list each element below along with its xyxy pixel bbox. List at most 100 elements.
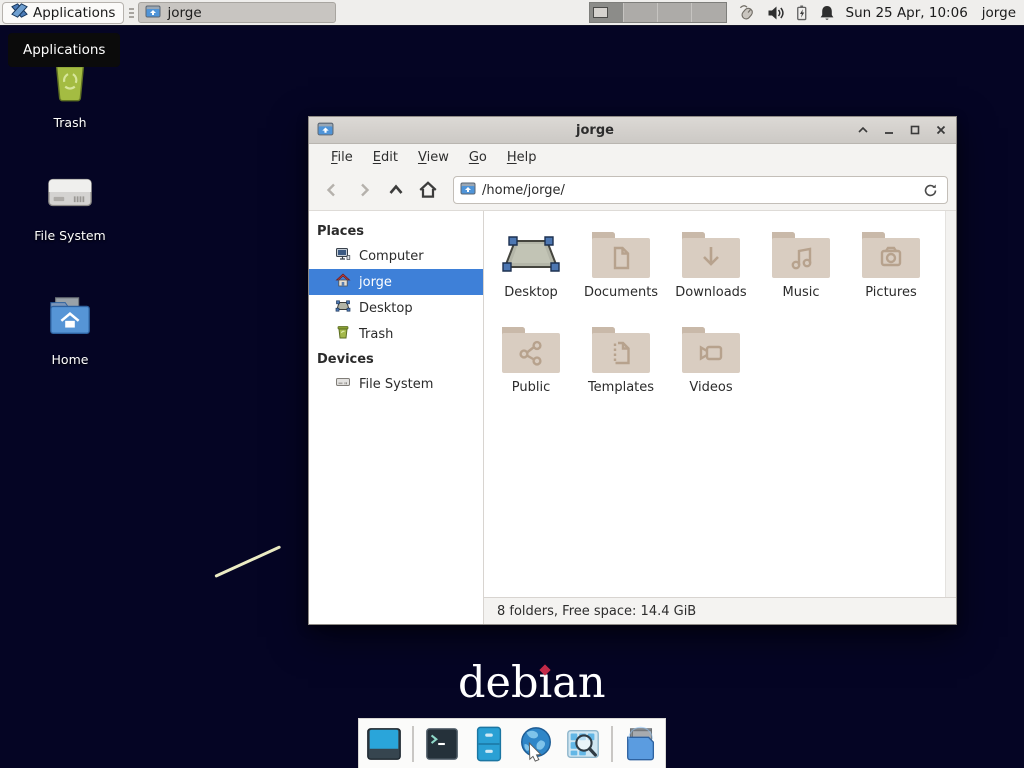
battery-icon[interactable] [794,4,809,22]
devices-header: Devices [309,347,483,371]
desktop-pad-icon [499,227,563,283]
hard-drive-icon [45,170,95,220]
folder-label: Templates [588,380,654,395]
system-tray [737,3,836,22]
mouse-icon[interactable] [737,3,757,22]
panel-user-button[interactable]: jorge [982,5,1016,21]
debian-text: deb [458,660,539,707]
folder-item-pictures[interactable]: Pictures [846,227,936,322]
terminal-icon[interactable] [423,724,461,764]
desktop-icon-label: Trash [53,115,86,130]
folder-window-icon [145,3,161,23]
web-browser-icon[interactable] [517,724,555,764]
debian-text: an [552,660,605,707]
reload-button[interactable] [919,179,941,201]
menu-go[interactable]: Go [459,146,497,169]
sidebar-item-trash[interactable]: Trash [309,321,483,347]
minimize-button[interactable] [882,123,896,137]
pictures-folder-icon [859,227,923,283]
panel-clock[interactable]: Sun 25 Apr, 10:06 [846,5,968,21]
sidebar-item-label: File System [359,377,433,392]
tasklist-handle[interactable] [126,4,136,22]
folder-item-public[interactable]: Public [486,322,576,417]
workspace-2[interactable] [624,3,658,22]
menu-view[interactable]: View [408,146,459,169]
sidebar-item-label: Computer [359,249,424,264]
menu-edit[interactable]: Edit [363,146,408,169]
debian-i: ı [539,660,553,707]
titlebar[interactable]: jorge [309,117,956,144]
directory-menu-icon[interactable] [622,724,660,764]
folder-label: Desktop [504,285,558,300]
folder-item-music[interactable]: Music [756,227,846,322]
path-folder-icon [460,180,476,200]
public-folder-icon [499,322,563,378]
trash-mini-icon [335,324,351,344]
folder-item-downloads[interactable]: Downloads [666,227,756,322]
applications-menu-button[interactable]: Applications [2,2,124,24]
sidebar-item-jorge[interactable]: jorge [309,269,483,295]
drive-mini-icon [335,374,351,394]
folder-item-videos[interactable]: Videos [666,322,756,417]
menu-file[interactable]: File [321,146,363,169]
taskbar-window-label: jorge [167,5,201,21]
videos-folder-icon [679,322,743,378]
workspace-3[interactable] [658,3,692,22]
forward-button[interactable] [349,176,379,204]
sidebar-item-label: jorge [359,275,392,290]
status-text: 8 folders, Free space: 14.4 GiB [497,604,696,619]
window-folder-icon [317,120,334,141]
home-icon [335,272,351,292]
toolbar: /home/jorge/ [309,170,956,211]
folder-item-desktop[interactable]: Desktop [486,227,576,322]
folder-label: Music [783,285,820,300]
notifications-bell-icon[interactable] [818,4,836,22]
desktop-icon-file-system[interactable]: File System [20,170,120,243]
documents-folder-icon [589,227,653,283]
file-cabinet-icon[interactable] [470,724,508,764]
path-input[interactable]: /home/jorge/ [482,183,913,198]
top-panel: Applications jorge [0,0,1024,26]
folder-label: Videos [689,380,732,395]
workspace-1[interactable] [590,3,624,22]
sidebar: Places Computer [309,211,484,624]
sidebar-item-label: Trash [359,327,393,342]
desktop-mini-icon [335,298,351,318]
file-grid: Desktop Documents [484,211,945,597]
cursor-artifact-line [214,545,281,578]
places-header: Places [309,219,483,243]
file-manager-window: jorge File Edit View Go Help [308,116,957,625]
shade-button[interactable] [856,123,870,137]
desktop-icon-label: File System [34,228,106,243]
workspace-4[interactable] [692,3,725,22]
applications-menu-label: Applications [33,5,115,21]
maximize-button[interactable] [908,123,922,137]
sidebar-item-desktop[interactable]: Desktop [309,295,483,321]
window-title: jorge [334,123,856,138]
folder-label: Downloads [675,285,746,300]
app-finder-icon[interactable] [564,724,602,764]
computer-icon [335,246,351,266]
menu-help[interactable]: Help [497,146,547,169]
volume-icon[interactable] [766,4,785,22]
statusbar: 8 folders, Free space: 14.4 GiB [484,597,956,624]
vertical-scrollbar[interactable] [945,211,956,597]
debian-wordmark: debıan [458,660,606,707]
taskbar-window-button[interactable]: jorge [138,2,336,23]
home-button[interactable] [413,176,443,204]
folder-label: Pictures [865,285,916,300]
launcher-dock [358,718,666,768]
applications-tooltip: Applications [8,33,120,67]
folder-label: Documents [584,285,658,300]
close-button[interactable] [934,123,948,137]
folder-item-documents[interactable]: Documents [576,227,666,322]
up-button[interactable] [381,176,411,204]
sidebar-item-file-system[interactable]: File System [309,371,483,397]
sidebar-item-computer[interactable]: Computer [309,243,483,269]
desktop-icon-home[interactable]: Home [20,294,120,367]
folder-item-templates[interactable]: Templates [576,322,666,417]
path-bar[interactable]: /home/jorge/ [453,176,948,204]
back-button[interactable] [317,176,347,204]
show-desktop-icon[interactable] [365,724,403,764]
workspace-switcher [589,2,727,23]
